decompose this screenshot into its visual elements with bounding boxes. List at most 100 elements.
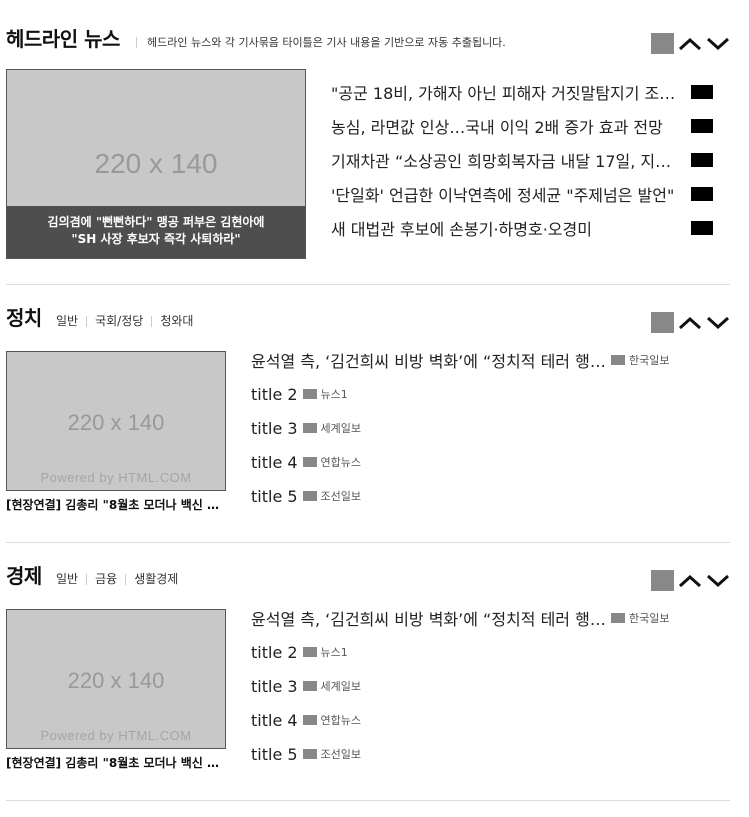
tab-assembly-party[interactable]: 국회/정당 [86, 315, 151, 327]
news-item[interactable]: title 4 연합뉴스 [251, 445, 721, 479]
gray-square-icon[interactable] [651, 33, 674, 54]
source-icon [302, 423, 317, 433]
headline-item[interactable]: '단일화' 언급한 이낙연측에 정세균 "주제넘은 발언" [331, 177, 713, 211]
news-item[interactable]: 윤석열 측, ‘김건희씨 비방 벽화’에 “정치적 테러 행위” 한국일보 [251, 343, 721, 377]
thumbnail-placeholder-size: 220 x 140 [94, 148, 218, 179]
news-source: 조선일보 [320, 490, 362, 503]
thumbnail-powered-text: Powered by HTML.COM [40, 728, 192, 743]
economy-thumbnail[interactable]: 220 x 140 Powered by HTML.COM [6, 609, 226, 749]
news-source: 한국일보 [629, 354, 670, 367]
black-box-icon [691, 221, 713, 235]
gray-square-icon[interactable] [651, 312, 674, 333]
news-item[interactable]: 윤석열 측, ‘김건희씨 비방 벽화’에 “정치적 테러 행위” 한국일보 [251, 601, 721, 635]
politics-header: 정치 일반 국회/정당 청와대 [6, 305, 730, 335]
news-item[interactable]: title 3 세계일보 [251, 669, 721, 703]
headline-item-text: "공군 18비, 가해자 아닌 피해자 거짓말탐지기 조사" [331, 84, 681, 103]
news-source: 세계일보 [320, 422, 362, 435]
headline-item-text: 농심, 라면값 인상…국내 이익 2배 증가 효과 전망 [331, 118, 663, 137]
news-source: 조선일보 [320, 748, 362, 761]
headline-item-text: 새 대법관 후보에 손봉기·하명호·오경미 [331, 220, 592, 239]
news-title: title 5 [251, 744, 298, 764]
source-icon [302, 457, 317, 467]
source-icon [302, 749, 317, 759]
caption-line-2: "SH 사장 후보자 즉각 사퇴하라" [71, 232, 241, 246]
headline-section: 헤드라인 뉴스 헤드라인 뉴스와 각 기사묶음 타이틀은 기사 내용을 기반으로… [6, 26, 730, 285]
politics-news-list: 윤석열 측, ‘김건희씨 비방 벽화’에 “정치적 테러 행위” 한국일보 tit… [251, 343, 721, 513]
caption-line-1: 김의겸에 "뻔뻔하다" 맹공 퍼부은 김현아에 [47, 215, 265, 229]
news-item[interactable]: title 5 조선일보 [251, 479, 721, 513]
headline-item[interactable]: 기재차관 “소상공인 희망회복자금 내달 17일, 지급 시작” [331, 143, 713, 177]
black-box-icon [691, 85, 713, 99]
economy-title: 경제 [6, 564, 42, 588]
economy-tabs: 일반 금융 생활경제 [56, 573, 186, 585]
tab-finance[interactable]: 금융 [86, 573, 125, 585]
black-box-icon [691, 119, 713, 133]
headline-item-text: '단일화' 언급한 이낙연측에 정세균 "주제넘은 발언" [331, 186, 675, 205]
news-title: title 3 [251, 676, 298, 696]
news-item[interactable]: title 2 뉴스1 [251, 635, 721, 669]
chevron-up-icon[interactable] [678, 570, 702, 591]
chevron-up-icon[interactable] [678, 312, 702, 333]
headline-item[interactable]: 새 대법관 후보에 손봉기·하명호·오경미 [331, 211, 713, 245]
source-icon [611, 613, 625, 623]
headline-thumbnail[interactable]: 220 x 140 김의겸에 "뻔뻔하다" 맹공 퍼부은 김현아에 "SH 사장… [6, 69, 306, 259]
tab-blue-house[interactable]: 청와대 [151, 315, 201, 327]
news-title: title 4 [251, 452, 298, 472]
headline-controls [651, 33, 730, 54]
tab-general[interactable]: 일반 [56, 315, 86, 327]
source-icon [302, 389, 317, 399]
politics-thumbnail-label[interactable]: [현장연결] 김총리 "8월초 모더나 백신 도입" [6, 496, 226, 513]
source-icon [302, 491, 317, 501]
chevron-up-icon[interactable] [678, 33, 702, 54]
news-source: 세계일보 [320, 680, 362, 693]
source-icon [302, 715, 317, 725]
source-icon [302, 647, 317, 657]
news-item[interactable]: title 5 조선일보 [251, 737, 721, 771]
politics-section: 정치 일반 국회/정당 청와대 220 x 140 Powered by HTM… [6, 305, 730, 543]
news-item[interactable]: title 2 뉴스1 [251, 377, 721, 411]
thumbnail-powered-text: Powered by HTML.COM [40, 470, 192, 485]
news-source: 연합뉴스 [320, 714, 362, 727]
headline-item[interactable]: 농심, 라면값 인상…국내 이익 2배 증가 효과 전망 [331, 109, 713, 143]
news-title: title 2 [251, 384, 298, 404]
headline-list: "공군 18비, 가해자 아닌 피해자 거짓말탐지기 조사" 농심, 라면값 인… [331, 75, 713, 245]
headline-item[interactable]: "공군 18비, 가해자 아닌 피해자 거짓말탐지기 조사" [331, 75, 713, 109]
news-title: 윤석열 측, ‘김건희씨 비방 벽화’에 “정치적 테러 행위” [251, 352, 606, 371]
politics-thumbnail[interactable]: 220 x 140 Powered by HTML.COM [6, 351, 226, 491]
headline-item-text: 기재차관 “소상공인 희망회복자금 내달 17일, 지급 시작” [331, 152, 681, 171]
news-item[interactable]: title 4 연합뉴스 [251, 703, 721, 737]
news-source: 연합뉴스 [320, 456, 362, 469]
news-title: title 4 [251, 710, 298, 730]
black-box-icon [691, 153, 713, 167]
news-source: 뉴스1 [320, 388, 348, 401]
news-title: title 2 [251, 642, 298, 662]
tab-general[interactable]: 일반 [56, 573, 86, 585]
chevron-down-icon[interactable] [706, 33, 730, 54]
news-title: 윤석열 측, ‘김건희씨 비방 벽화’에 “정치적 테러 행위” [251, 610, 606, 629]
source-icon [302, 681, 317, 691]
politics-controls [651, 312, 730, 333]
thumbnail-placeholder-size: 220 x 140 [67, 668, 165, 693]
headline-title: 헤드라인 뉴스 [6, 27, 120, 51]
economy-news-list: 윤석열 측, ‘김건희씨 비방 벽화’에 “정치적 테러 행위” 한국일보 tit… [251, 601, 721, 771]
news-source: 뉴스1 [320, 646, 348, 659]
thumbnail-placeholder-size: 220 x 140 [67, 410, 165, 435]
chevron-down-icon[interactable] [706, 570, 730, 591]
economy-controls [651, 570, 730, 591]
economy-thumbnail-label[interactable]: [현장연결] 김총리 "8월초 모더나 백신 도입" [6, 754, 226, 771]
chevron-down-icon[interactable] [706, 312, 730, 333]
gray-square-icon[interactable] [651, 570, 674, 591]
politics-tabs: 일반 국회/정당 청와대 [56, 315, 201, 327]
headline-description: 헤드라인 뉴스와 각 기사묶음 타이틀은 기사 내용을 기반으로 자동 추출됩니… [136, 37, 506, 48]
news-title: title 5 [251, 486, 298, 506]
source-icon [611, 355, 625, 365]
news-title: title 3 [251, 418, 298, 438]
politics-title: 정치 [6, 306, 42, 330]
headline-thumbnail-caption[interactable]: 김의겸에 "뻔뻔하다" 맹공 퍼부은 김현아에 "SH 사장 후보자 즉각 사퇴… [7, 206, 305, 258]
economy-section: 경제 일반 금융 생활경제 220 x 140 Powered by HTML.… [6, 563, 730, 801]
news-item[interactable]: title 3 세계일보 [251, 411, 721, 445]
headline-header: 헤드라인 뉴스 헤드라인 뉴스와 각 기사묶음 타이틀은 기사 내용을 기반으로… [6, 26, 730, 56]
news-source: 한국일보 [629, 612, 670, 625]
black-box-icon [691, 187, 713, 201]
tab-living-economy[interactable]: 생활경제 [125, 573, 186, 585]
